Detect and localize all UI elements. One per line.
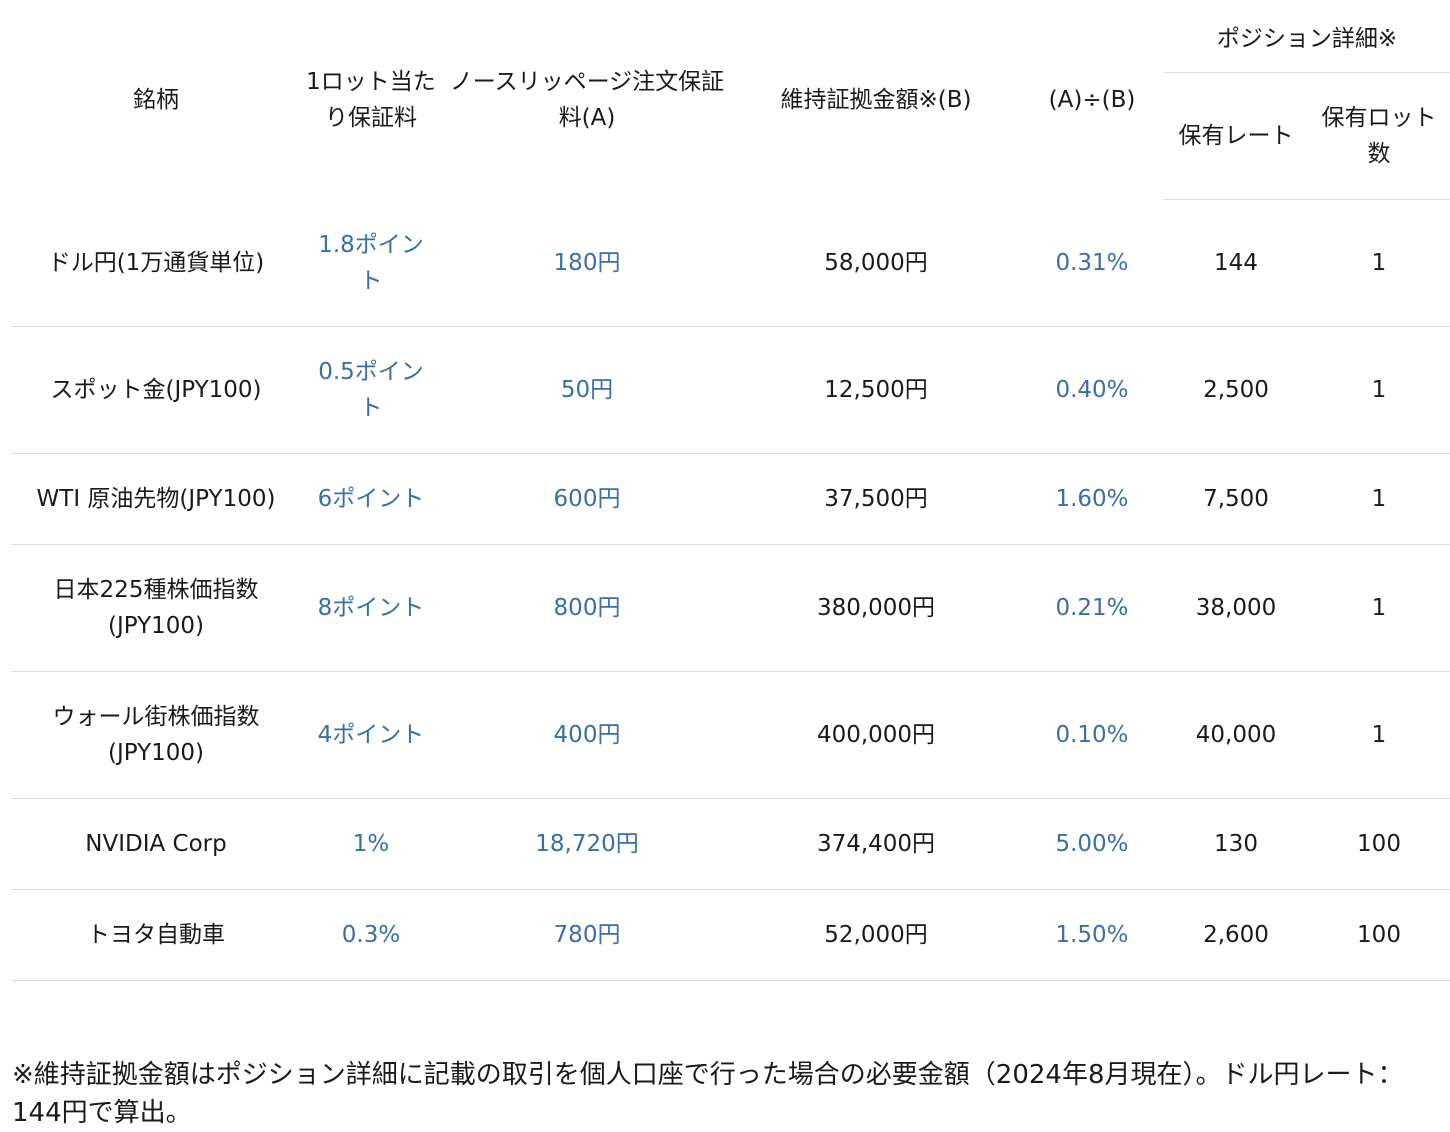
- cell-ratio: 0.21%: [1020, 544, 1164, 672]
- cell-held-rate: 40,000: [1164, 671, 1308, 799]
- margin-table-container: 銘柄 1ロット当たり保証料 ノースリッページ注文保証料(A) 維持証拠金額※(B…: [12, 0, 1450, 981]
- cell-held-rate: 2,500: [1164, 326, 1308, 454]
- cell-ratio: 0.40%: [1020, 326, 1164, 454]
- cell-symbol: 日本225種株価指数(JPY100): [12, 544, 300, 672]
- table-row: ウォール街株価指数(JPY100) 4ポイント 400円 400,000円 0.…: [12, 671, 1450, 799]
- cell-held-lots: 1: [1308, 544, 1450, 672]
- cell-held-lots: 1: [1308, 199, 1450, 327]
- cell-margin-per-lot: 0.3%: [300, 889, 442, 981]
- cell-maintenance: 12,500円: [732, 326, 1020, 454]
- cell-margin-per-lot: 8ポイント: [300, 544, 442, 672]
- header-no-slippage: ノースリッページ注文保証料(A): [449, 68, 725, 131]
- cell-ratio: 1.60%: [1020, 453, 1164, 545]
- cell-maintenance: 374,400円: [732, 798, 1020, 890]
- cell-no-slippage: 400円: [442, 671, 732, 799]
- cell-symbol: スポット金(JPY100): [12, 326, 300, 454]
- cell-maintenance: 400,000円: [732, 671, 1020, 799]
- cell-maintenance: 52,000円: [732, 889, 1020, 981]
- cell-ratio: 0.31%: [1020, 199, 1164, 327]
- cell-ratio: 1.50%: [1020, 889, 1164, 981]
- cell-maintenance: 380,000円: [732, 544, 1020, 672]
- table-row: ドル円(1万通貨単位) 1.8ポイント 180円 58,000円 0.31% 1…: [12, 199, 1450, 327]
- header-held-lots: 保有ロット数: [1308, 72, 1450, 200]
- header-symbol: 銘柄: [133, 86, 179, 113]
- cell-maintenance: 37,500円: [732, 453, 1020, 545]
- table-row: WTI 原油先物(JPY100) 6ポイント 600円 37,500円 1.60…: [12, 453, 1450, 545]
- footnote: ※維持証拠金額はポジション詳細に記載の取引を個人口座で行った場合の必要金額（20…: [12, 1060, 1404, 1128]
- header-ratio: (A)÷(B): [1048, 86, 1136, 113]
- cell-held-lots: 1: [1308, 671, 1450, 799]
- cell-held-rate: 144: [1164, 199, 1308, 327]
- cell-margin-per-lot: 4ポイント: [300, 671, 442, 799]
- table-row: 日本225種株価指数(JPY100) 8ポイント 800円 380,000円 0…: [12, 544, 1450, 672]
- cell-held-lots: 1: [1308, 453, 1450, 545]
- cell-no-slippage: 600円: [442, 453, 732, 545]
- cell-symbol: NVIDIA Corp: [12, 798, 300, 890]
- cell-held-rate: 130: [1164, 798, 1308, 890]
- cell-no-slippage: 50円: [442, 326, 732, 454]
- cell-held-rate: 7,500: [1164, 453, 1308, 545]
- cell-margin-per-lot: 1.8ポイント: [300, 199, 442, 327]
- cell-ratio: 5.00%: [1020, 798, 1164, 890]
- header-held-rate: 保有レート: [1164, 72, 1308, 200]
- cell-no-slippage: 180円: [442, 199, 732, 327]
- header-maintenance: 維持証拠金額※(B): [780, 86, 972, 113]
- cell-held-rate: 38,000: [1164, 544, 1308, 672]
- cell-ratio: 0.10%: [1020, 671, 1164, 799]
- cell-held-rate: 2,600: [1164, 889, 1308, 981]
- cell-held-lots: 1: [1308, 326, 1450, 454]
- cell-symbol: ドル円(1万通貨単位): [12, 199, 300, 327]
- cell-no-slippage: 18,720円: [442, 798, 732, 890]
- table-row: トヨタ自動車 0.3% 780円 52,000円 1.50% 2,600 100: [12, 889, 1450, 981]
- cell-margin-per-lot: 6ポイント: [300, 453, 442, 545]
- cell-margin-per-lot: 0.5ポイント: [300, 326, 442, 454]
- header-position-group: ポジション詳細※: [1164, 0, 1450, 73]
- cell-symbol: ウォール街株価指数(JPY100): [12, 671, 300, 799]
- cell-held-lots: 100: [1308, 798, 1450, 890]
- cell-symbol: WTI 原油先物(JPY100): [12, 453, 300, 545]
- cell-margin-per-lot: 1%: [300, 798, 442, 890]
- table-row: スポット金(JPY100) 0.5ポイント 50円 12,500円 0.40% …: [12, 326, 1450, 454]
- margin-table: 銘柄 1ロット当たり保証料 ノースリッページ注文保証料(A) 維持証拠金額※(B…: [12, 0, 1450, 981]
- cell-symbol: トヨタ自動車: [12, 889, 300, 981]
- cell-maintenance: 58,000円: [732, 199, 1020, 327]
- cell-no-slippage: 780円: [442, 889, 732, 981]
- cell-no-slippage: 800円: [442, 544, 732, 672]
- header-margin-per-lot: 1ロット当たり保証料: [306, 68, 436, 131]
- table-row: NVIDIA Corp 1% 18,720円 374,400円 5.00% 13…: [12, 798, 1450, 890]
- cell-held-lots: 100: [1308, 889, 1450, 981]
